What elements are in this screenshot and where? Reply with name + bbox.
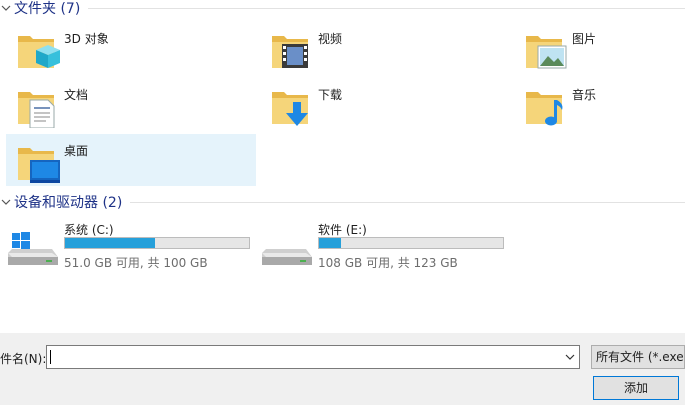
drive-item-e[interactable]: 软件 (E:) 108 GB 可用, 共 123 GB bbox=[262, 221, 507, 273]
folder-label: 桌面 bbox=[64, 144, 89, 158]
file-type-filter[interactable]: 所有文件 (*.exe) bbox=[591, 345, 685, 369]
add-button[interactable]: 添加 bbox=[593, 376, 679, 400]
drive-space-text: 108 GB 可用, 共 123 GB bbox=[318, 256, 458, 270]
folder-item-desktop[interactable]: 桌面 bbox=[6, 134, 256, 186]
drives-group-header[interactable]: 设备和驱动器 (2) bbox=[0, 194, 685, 211]
music-folder-icon bbox=[522, 84, 570, 128]
windows-drive-icon bbox=[8, 227, 58, 267]
filename-input[interactable] bbox=[46, 345, 580, 369]
file-type-filter-label: 所有文件 (*.exe) bbox=[596, 350, 685, 364]
drive-label: 系统 (C:) bbox=[64, 223, 114, 237]
chevron-down-icon[interactable] bbox=[0, 196, 12, 208]
drive-space-text: 51.0 GB 可用, 共 100 GB bbox=[64, 256, 208, 270]
dialog-bottom-panel: 件名(N): 所有文件 (*.exe) 添加 bbox=[0, 333, 685, 405]
folders-group-header[interactable]: 文件夹 (7) bbox=[0, 0, 685, 17]
drives-group-title: 设备和驱动器 (2) bbox=[14, 195, 123, 211]
folder-label: 视频 bbox=[318, 32, 343, 46]
videos-folder-icon bbox=[268, 28, 316, 72]
desktop-folder-icon bbox=[14, 140, 62, 184]
documents-folder-icon bbox=[14, 84, 62, 129]
chevron-down-icon[interactable] bbox=[0, 2, 12, 14]
group-divider bbox=[130, 201, 685, 203]
chevron-down-icon[interactable] bbox=[564, 351, 576, 363]
drive-icon bbox=[262, 227, 312, 267]
drive-usage-fill bbox=[65, 238, 156, 248]
text-caret bbox=[50, 350, 51, 364]
folder-item-documents[interactable]: 文档 bbox=[6, 78, 256, 130]
group-divider bbox=[88, 7, 685, 9]
folder-label: 音乐 bbox=[572, 88, 597, 102]
drive-usage-bar bbox=[318, 237, 504, 249]
folder-item-pictures[interactable]: 图片 bbox=[514, 22, 685, 74]
folder-item-downloads[interactable]: 下载 bbox=[260, 78, 510, 130]
folder-item-videos[interactable]: 视频 bbox=[260, 22, 510, 74]
folder-label: 图片 bbox=[572, 32, 597, 46]
folder-label: 文档 bbox=[64, 88, 89, 102]
drive-item-c[interactable]: 系统 (C:) 51.0 GB 可用, 共 100 GB bbox=[8, 221, 253, 273]
folder-item-music[interactable]: 音乐 bbox=[514, 78, 685, 130]
drive-label: 软件 (E:) bbox=[318, 223, 367, 237]
folder-label: 下载 bbox=[318, 88, 343, 102]
folder-item-3d-objects[interactable]: 3D 对象 bbox=[6, 22, 256, 74]
drive-usage-bar bbox=[64, 237, 250, 249]
folder-label: 3D 对象 bbox=[64, 32, 109, 46]
3d-objects-folder-icon bbox=[14, 28, 62, 72]
drive-usage-fill bbox=[319, 238, 342, 248]
filename-label: 件名(N): bbox=[0, 352, 47, 366]
folders-group-title: 文件夹 (7) bbox=[14, 1, 81, 17]
downloads-folder-icon bbox=[268, 84, 316, 128]
pictures-folder-icon bbox=[522, 28, 570, 72]
